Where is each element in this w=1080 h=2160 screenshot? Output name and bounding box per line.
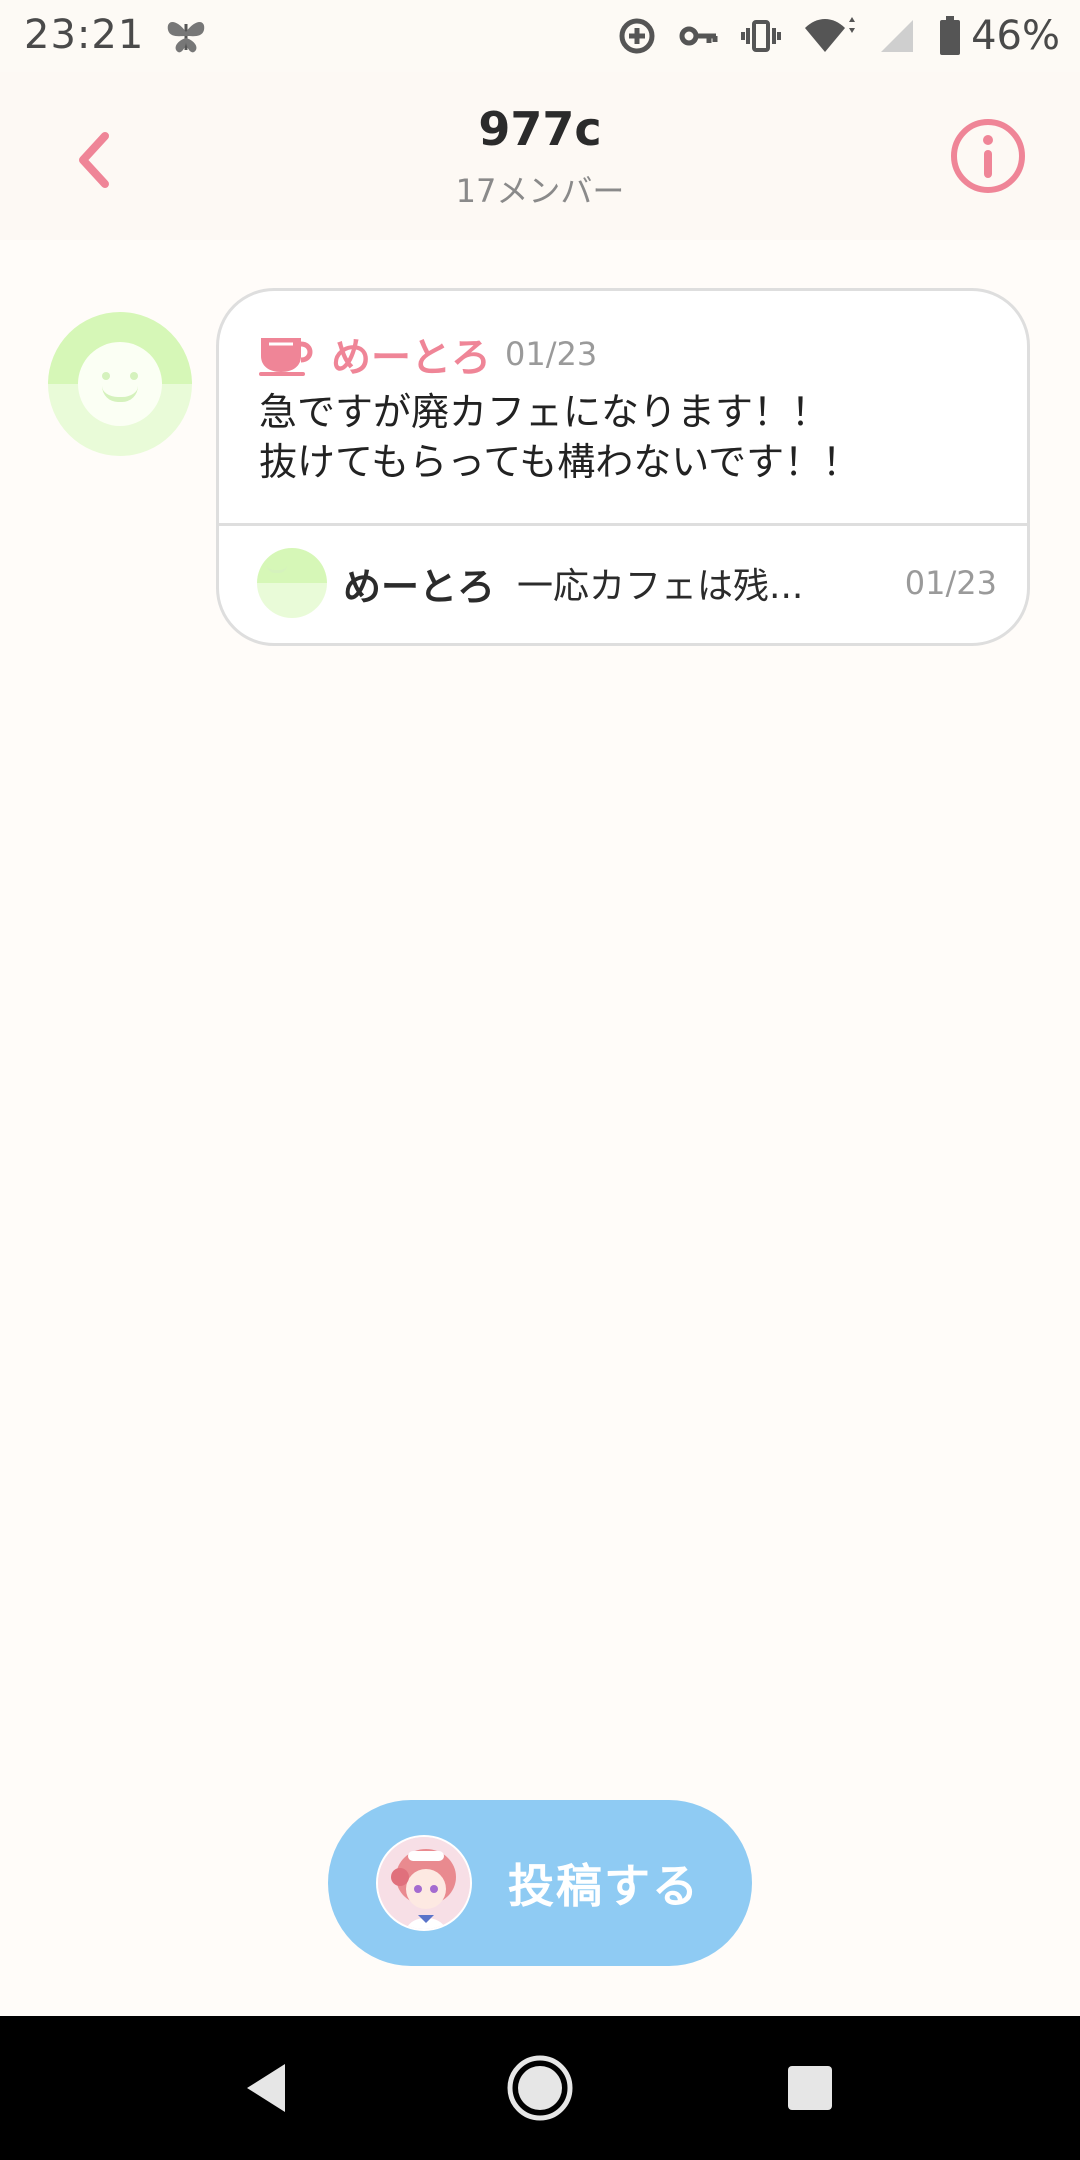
butterfly-icon bbox=[164, 14, 208, 58]
info-button[interactable] bbox=[948, 116, 1028, 196]
reply-date: 01/23 bbox=[904, 564, 997, 602]
cup-icon bbox=[259, 332, 317, 376]
signal-icon bbox=[877, 16, 917, 56]
page-title: 977c bbox=[478, 102, 602, 156]
screen: 23:21 46% 977c 17メンバー めーとろ 01/23 急ですが廃カフ… bbox=[0, 0, 1080, 2160]
vibrate-icon bbox=[741, 16, 782, 56]
home-circle-icon bbox=[507, 2055, 573, 2121]
reply-author: めーとろ bbox=[343, 564, 496, 609]
divider bbox=[219, 523, 1027, 526]
status-bar: 23:21 46% bbox=[0, 0, 1080, 72]
smiley-face-icon bbox=[78, 342, 162, 426]
battery-icon bbox=[939, 16, 961, 56]
post-button[interactable]: 投稿する bbox=[328, 1800, 752, 1966]
thread-body-line-1: 急ですが廃カフェになります！！ bbox=[259, 390, 830, 434]
post-button-label: 投稿する bbox=[508, 1859, 700, 1913]
nav-recents-button[interactable] bbox=[774, 2052, 846, 2124]
reply-avatar bbox=[257, 548, 327, 618]
wifi-icon bbox=[803, 16, 856, 56]
data-saver-icon bbox=[617, 16, 657, 56]
status-icons: 46% bbox=[595, 12, 1060, 60]
navigation-bar bbox=[0, 2016, 1080, 2160]
thread-body: 急ですが廃カフェになります！！ 抜けてもらっても構わないです！！ bbox=[259, 387, 999, 487]
thread-body-line-2: 抜けてもらっても構わないです！！ bbox=[259, 440, 861, 484]
thread-date: 01/23 bbox=[505, 335, 598, 373]
header: 977c 17メンバー bbox=[0, 72, 1080, 240]
reply-row[interactable]: めーとろ 一応カフェは残... 01/23 bbox=[257, 545, 997, 621]
info-icon bbox=[951, 119, 1025, 193]
user-avatar bbox=[376, 1835, 472, 1931]
thread-card[interactable]: めーとろ 01/23 急ですが廃カフェになります！！ 抜けてもらっても構わないで… bbox=[216, 288, 1030, 646]
author-avatar[interactable] bbox=[48, 312, 192, 456]
member-count: 17メンバー bbox=[455, 172, 625, 210]
recents-square-icon bbox=[788, 2066, 832, 2110]
nav-home-button[interactable] bbox=[504, 2052, 576, 2124]
thread-header: めーとろ 01/23 bbox=[259, 329, 598, 381]
reply-preview: 一応カフェは残... bbox=[517, 566, 804, 607]
thread-author[interactable]: めーとろ bbox=[331, 325, 491, 383]
vpn-key-icon bbox=[679, 21, 719, 51]
back-triangle-icon bbox=[247, 2064, 285, 2112]
battery-percent: 46% bbox=[971, 13, 1060, 59]
nav-back-button[interactable] bbox=[230, 2052, 302, 2124]
status-time: 23:21 bbox=[24, 12, 145, 58]
smiley-face-icon bbox=[267, 563, 312, 603]
